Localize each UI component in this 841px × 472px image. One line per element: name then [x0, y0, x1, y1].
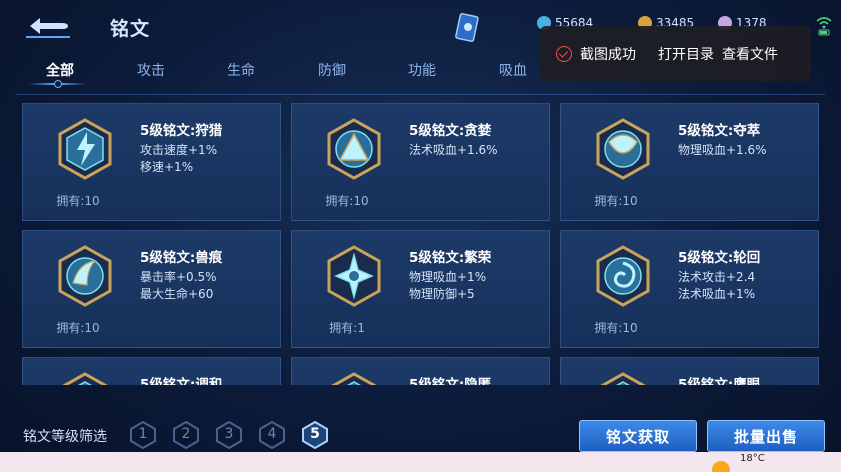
- inscription-card[interactable]: 5级铭文:夺萃 物理吸血+1.6% 拥有:10: [560, 103, 819, 221]
- inscription-name: 5级铭文:兽痕: [140, 250, 223, 266]
- level-filter-4[interactable]: 4: [258, 420, 286, 450]
- check-circle-icon: [556, 45, 572, 62]
- tab-attack[interactable]: 攻击: [137, 60, 165, 80]
- inscription-attr: 法术吸血+1%: [678, 287, 756, 301]
- inscription-attr: 物理防御+5: [409, 287, 475, 301]
- inscription-name: 5级铭文:繁荣: [409, 250, 492, 266]
- tab-lifesteal[interactable]: 吸血: [499, 60, 527, 80]
- inscription-name: 5级铭文:调和: [140, 377, 223, 385]
- inscription-owned: 拥有:10: [594, 321, 638, 335]
- batch-sell-button[interactable]: 批量出售: [707, 420, 825, 452]
- inscription-attr: 法术吸血+1.6%: [409, 143, 498, 157]
- inscription-grid: 5级铭文:狩猎 攻击速度+1% 移速+1% 拥有:10 5级铭文:贪婪 法术吸血…: [22, 103, 819, 385]
- inscription-owned: 拥有:10: [56, 194, 100, 208]
- inscription-card[interactable]: 5级铭文:轮回 法术攻击+2.4 法术吸血+1% 拥有:10: [560, 230, 819, 348]
- tabs-divider: [16, 94, 825, 95]
- tab-function[interactable]: 功能: [408, 60, 436, 80]
- inscription-owned: 拥有:1: [329, 321, 365, 335]
- back-arrow-icon[interactable]: [22, 12, 74, 40]
- inscription-attr: 物理吸血+1%: [409, 270, 487, 284]
- inscription-attr: 物理吸血+1.6%: [678, 143, 767, 157]
- level-filter-1[interactable]: 1: [129, 420, 157, 450]
- inscription-attr: 移速+1%: [140, 160, 194, 174]
- inscription-name: 5级铭文:鹰眼: [678, 377, 761, 385]
- tab-all[interactable]: 全部: [46, 60, 74, 80]
- open-folder-link[interactable]: 打开目录: [658, 44, 714, 64]
- level-filter-3[interactable]: 3: [215, 420, 243, 450]
- tab-health[interactable]: 生命: [227, 60, 255, 80]
- inscription-card[interactable]: 5级铭文:贪婪 法术吸血+1.6% 拥有:10: [291, 103, 550, 221]
- inscription-owned: 拥有:10: [325, 194, 369, 208]
- lightning-rune-icon: [58, 118, 112, 180]
- page-title: 铭文: [110, 18, 151, 40]
- rune-icon: [62, 372, 108, 385]
- knot-rune-icon: [596, 118, 650, 180]
- screenshot-toast: 截图成功 打开目录 查看文件: [540, 26, 811, 81]
- inscription-card[interactable]: 5级铭文:兽痕 暴击率+0.5% 最大生命+60 拥有:10: [22, 230, 281, 348]
- level-filter-5[interactable]: 5: [301, 420, 329, 450]
- obtain-inscription-button[interactable]: 铭文获取: [579, 420, 697, 452]
- inscription-card[interactable]: 5级铭文:狩猎 攻击速度+1% 移速+1% 拥有:10: [22, 103, 281, 221]
- inscription-name: 5级铭文:贪婪: [409, 123, 492, 139]
- view-file-link[interactable]: 查看文件: [722, 44, 778, 64]
- inscription-card[interactable]: 5级铭文:鹰眼: [560, 357, 819, 385]
- rune-icon: [331, 372, 377, 385]
- inscription-name: 5级铭文:夺萃: [678, 123, 761, 139]
- inscription-card[interactable]: 5级铭文:调和: [22, 357, 281, 385]
- inscription-attr: 最大生命+60: [140, 287, 214, 301]
- inscription-card[interactable]: 5级铭文:繁荣 物理吸血+1% 物理防御+5 拥有:1: [291, 230, 550, 348]
- inscription-owned: 拥有:10: [594, 194, 638, 208]
- inscription-attr: 法术攻击+2.4: [678, 270, 756, 284]
- inscription-attr: 攻击速度+1%: [140, 143, 218, 157]
- claw-rune-icon: [58, 245, 112, 307]
- triangle-rune-icon: [327, 118, 381, 180]
- swirl-rune-icon: [596, 245, 650, 307]
- weather-temperature: 18°C: [740, 453, 765, 464]
- rune-icon: [600, 372, 646, 385]
- level-filter-2[interactable]: 2: [172, 420, 200, 450]
- inscription-attr: 暴击率+0.5%: [140, 270, 217, 284]
- os-taskbar: 18°C: [0, 452, 841, 472]
- inscription-owned: 拥有:10: [56, 321, 100, 335]
- card-collection-icon[interactable]: [455, 12, 481, 44]
- wifi-icon: [816, 17, 832, 36]
- star-rune-icon: [327, 245, 381, 307]
- inscription-name: 5级铭文:轮回: [678, 250, 761, 266]
- level-filter-label: 铭文等级筛选: [23, 429, 107, 445]
- inscription-card[interactable]: 5级铭文:隐匿: [291, 357, 550, 385]
- tab-defense[interactable]: 防御: [318, 60, 346, 80]
- sun-icon: [712, 461, 730, 472]
- active-tab-dot: [54, 80, 62, 88]
- inscription-name: 5级铭文:狩猎: [140, 123, 223, 139]
- inscription-name: 5级铭文:隐匿: [409, 377, 492, 385]
- toast-message: 截图成功: [580, 46, 636, 63]
